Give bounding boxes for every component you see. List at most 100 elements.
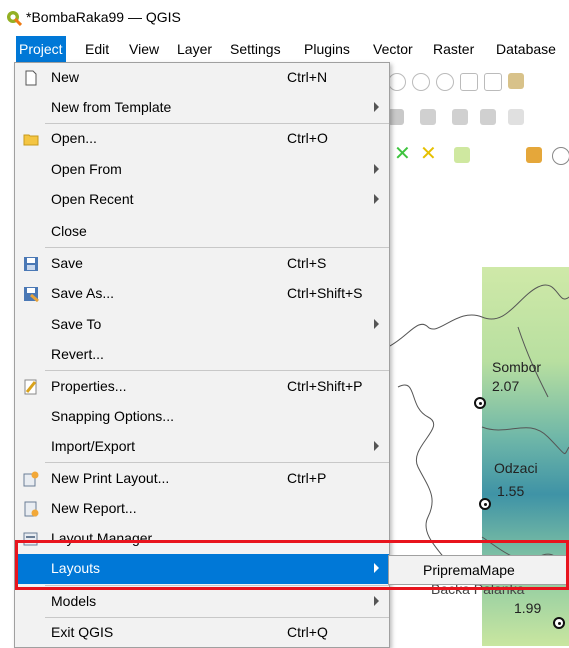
- deselect-icon[interactable]: ✕: [394, 144, 411, 164]
- menu-item-save-as[interactable]: Save As... Ctrl+Shift+S: [15, 279, 389, 309]
- menu-item-shortcut: Ctrl+P: [287, 470, 327, 486]
- toolbar-map-navigation: [380, 66, 569, 96]
- menu-item-label: Properties...: [51, 378, 127, 394]
- layouts-submenu: PripremaMape: [388, 555, 569, 585]
- project-menu: New Ctrl+N New from Template Open... Ctr…: [14, 62, 390, 648]
- edit-icon[interactable]: [388, 109, 404, 125]
- menu-item-new-print-layout[interactable]: New Print Layout... Ctrl+P: [15, 464, 389, 494]
- submenu-arrow-icon: [374, 596, 379, 606]
- menu-item-save-to[interactable]: Save To: [15, 310, 389, 340]
- menu-item-new-from-template[interactable]: New from Template: [15, 93, 389, 123]
- map-point-sombor[interactable]: [474, 397, 486, 409]
- submenu-arrow-icon: [374, 319, 379, 329]
- menu-item-snapping-options[interactable]: Snapping Options...: [15, 402, 389, 432]
- identify-icon[interactable]: [552, 147, 569, 165]
- window-title: *BombaRaka99 — QGIS: [26, 9, 181, 25]
- menu-database[interactable]: Database: [493, 36, 559, 62]
- zoom-selection-icon[interactable]: [484, 73, 502, 91]
- menu-item-shortcut: Ctrl+Q: [287, 624, 328, 640]
- menu-item-label: New Report...: [51, 500, 137, 516]
- cut-icon[interactable]: [508, 109, 524, 125]
- menu-item-label: New: [51, 69, 80, 85]
- zoom-icon[interactable]: [388, 73, 406, 91]
- map-point-backa-palanka[interactable]: [553, 617, 565, 629]
- menu-view[interactable]: View: [126, 36, 162, 62]
- map-point-odzaci[interactable]: [479, 498, 491, 510]
- new-print-layout-icon: [23, 471, 39, 487]
- toolbar-editing: [380, 102, 569, 132]
- menu-item-label: New from Template: [51, 99, 172, 115]
- menu-item-close[interactable]: Close: [15, 217, 389, 247]
- submenu-arrow-icon: [374, 441, 379, 451]
- map-value-odzaci: 1.55: [497, 483, 525, 499]
- submenu-arrow-icon: [374, 563, 379, 573]
- menu-separator: [45, 462, 389, 463]
- submenu-arrow-icon: [374, 194, 379, 204]
- menu-item-new-report[interactable]: New Report...: [15, 494, 389, 524]
- qgis-logo-icon: [7, 11, 22, 26]
- menu-item-shortcut: Ctrl+Shift+S: [287, 285, 363, 301]
- bookmark-icon[interactable]: [508, 73, 524, 89]
- menu-item-label: Save As...: [51, 285, 115, 301]
- folder-open-icon: [23, 134, 39, 146]
- menu-edit[interactable]: Edit: [82, 36, 112, 62]
- submenu-arrow-icon: [374, 102, 379, 112]
- attribute-table-icon[interactable]: [526, 147, 542, 163]
- map-label-odzaci: Odzaci: [494, 460, 538, 476]
- zoom-out-icon[interactable]: [436, 73, 454, 91]
- new-report-icon: [24, 501, 39, 517]
- menu-item-shortcut: Ctrl+O: [287, 130, 328, 146]
- menu-item-label: Revert...: [51, 346, 104, 362]
- submenu-item-pripremamape[interactable]: PripremaMape: [423, 562, 515, 578]
- menu-item-label: Exit QGIS: [51, 624, 114, 640]
- menu-vector[interactable]: Vector: [370, 36, 416, 62]
- menu-plugins[interactable]: Plugins: [301, 36, 353, 62]
- menu-item-new[interactable]: New Ctrl+N: [15, 63, 389, 93]
- zoom-in-icon[interactable]: [412, 73, 430, 91]
- menu-item-revert[interactable]: Revert...: [15, 340, 389, 370]
- menu-item-layouts[interactable]: Layouts: [15, 554, 389, 584]
- menu-item-label: Open...: [51, 130, 97, 146]
- menu-item-open[interactable]: Open... Ctrl+O: [15, 124, 389, 154]
- menu-item-shortcut: Ctrl+Shift+P: [287, 378, 363, 394]
- menu-item-label: Layouts: [51, 560, 101, 576]
- layers-panel-edge: [0, 152, 10, 646]
- select-tool-icon[interactable]: [454, 147, 470, 163]
- save-as-icon: [24, 287, 39, 302]
- menu-item-open-recent[interactable]: Open Recent: [15, 185, 389, 215]
- menu-item-shortcut: Ctrl+S: [287, 255, 327, 271]
- menu-item-label: Open From: [51, 161, 122, 177]
- properties-icon: [24, 379, 37, 395]
- menu-layer[interactable]: Layer: [174, 36, 215, 62]
- save-icon: [24, 257, 38, 271]
- menu-item-label: Import/Export: [51, 438, 136, 454]
- menu-settings[interactable]: Settings: [227, 36, 284, 62]
- title-bar: *BombaRaka99 — QGIS: [0, 0, 569, 36]
- menu-item-label: Save To: [51, 316, 102, 332]
- layout-manager-icon: [23, 532, 38, 546]
- deselect-layers-icon[interactable]: ✕: [420, 144, 437, 164]
- add-feature-icon[interactable]: [420, 109, 436, 125]
- zoom-layer-icon[interactable]: [460, 73, 478, 91]
- delete-icon[interactable]: [480, 109, 496, 125]
- digitize-icon[interactable]: [452, 109, 468, 125]
- menu-item-open-from[interactable]: Open From: [15, 155, 389, 185]
- menu-item-label: New Print Layout...: [51, 470, 170, 486]
- menu-item-label: Models: [51, 593, 97, 609]
- menu-raster[interactable]: Raster: [430, 36, 477, 62]
- menu-item-label: Close: [51, 223, 87, 239]
- menu-item-label: Layout Manager...: [51, 530, 164, 546]
- menu-bar: Project Edit View Layer Settings Plugins…: [0, 36, 569, 62]
- map-value-backa-palanka: 1.99: [514, 600, 542, 616]
- menu-item-save[interactable]: Save Ctrl+S: [15, 249, 389, 279]
- new-file-icon: [25, 70, 37, 86]
- map-label-sombor: Sombor: [492, 359, 542, 375]
- menu-item-models[interactable]: Models: [15, 587, 389, 617]
- menu-item-import-export[interactable]: Import/Export: [15, 432, 389, 462]
- submenu-arrow-icon: [374, 164, 379, 174]
- menu-item-layout-manager[interactable]: Layout Manager...: [15, 524, 389, 554]
- menu-item-properties[interactable]: Properties... Ctrl+Shift+P: [15, 372, 389, 402]
- menu-project[interactable]: Project: [16, 36, 66, 62]
- menu-item-label: Save: [51, 255, 83, 271]
- menu-item-exit-qgis[interactable]: Exit QGIS Ctrl+Q: [15, 618, 389, 648]
